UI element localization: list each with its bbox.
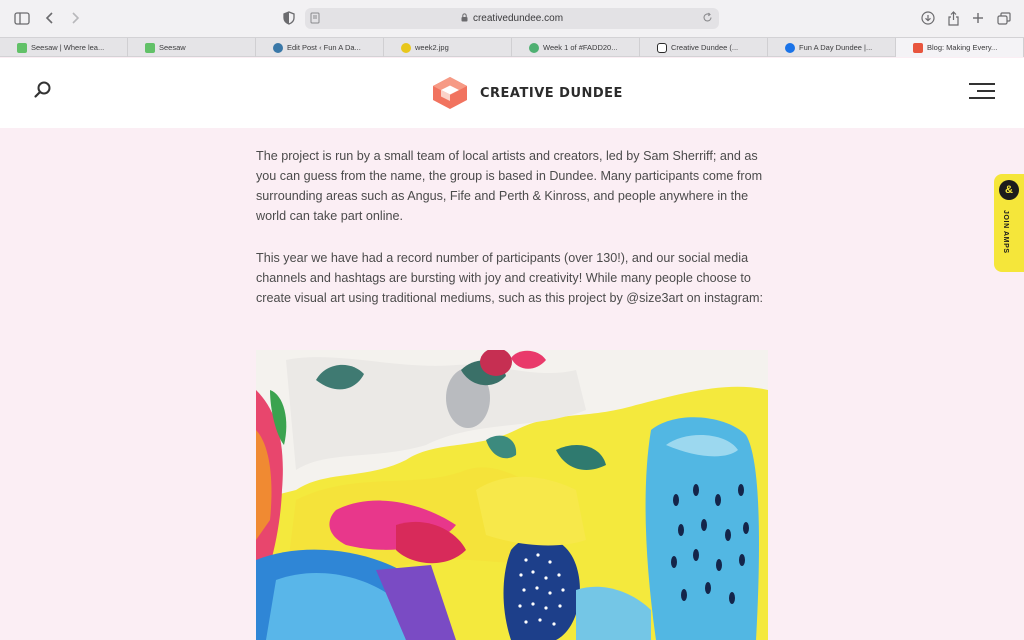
- tab-title: Fun A Day Dundee |...: [799, 43, 873, 52]
- browser-tab[interactable]: Fun A Day Dundee |...: [768, 38, 896, 57]
- tab-title: Blog: Making Every...: [927, 43, 998, 52]
- forward-icon[interactable]: [64, 8, 86, 28]
- logo-mark-icon: [433, 77, 467, 109]
- reload-icon[interactable]: [702, 12, 713, 26]
- amp-icon: &: [999, 180, 1019, 200]
- tab-title: week2.jpg: [415, 43, 449, 52]
- tab-title: Creative Dundee (...: [671, 43, 739, 52]
- tab-title: Edit Post ‹ Fun A Da...: [287, 43, 361, 52]
- tab-favicon-icon: [529, 42, 539, 53]
- tab-title: Seesaw: [159, 43, 186, 52]
- artwork-image: [256, 350, 768, 640]
- tab-favicon-icon: [657, 42, 667, 53]
- sidebar-toggle-icon[interactable]: [11, 8, 33, 28]
- tab-strip: Seesaw | Where lea... Seesaw Edit Post ‹…: [0, 37, 1024, 57]
- logo-text: CREATIVE DUNDEE: [480, 85, 623, 101]
- tab-favicon-icon: [145, 42, 155, 53]
- tab-favicon-icon: [17, 42, 27, 53]
- downloads-icon[interactable]: [917, 8, 939, 28]
- back-icon[interactable]: [39, 8, 61, 28]
- lock-icon: [461, 12, 468, 25]
- browser-tab[interactable]: Seesaw: [128, 38, 256, 57]
- join-amps-label: JOIN AMPS: [1002, 210, 1009, 254]
- browser-tab[interactable]: Edit Post ‹ Fun A Da...: [256, 38, 384, 57]
- tab-favicon-icon: [785, 42, 795, 53]
- new-tab-icon[interactable]: [967, 8, 989, 28]
- article-paragraph: The project is run by a small team of lo…: [256, 149, 763, 223]
- browser-tab[interactable]: Creative Dundee (...: [640, 38, 768, 57]
- url-text: creativedundee.com: [472, 13, 564, 24]
- page-icon: [310, 12, 320, 27]
- browser-tab[interactable]: Seesaw | Where lea...: [0, 38, 128, 57]
- browser-tab-active[interactable]: Blog: Making Every...: [896, 38, 1024, 57]
- privacy-shield-icon[interactable]: [278, 8, 300, 28]
- tab-favicon-icon: [401, 42, 411, 53]
- tab-favicon-icon: [913, 42, 923, 53]
- browser-tab[interactable]: week2.jpg: [384, 38, 512, 57]
- site-header: CREATIVE DUNDEE: [0, 58, 1024, 128]
- article-body: The project is run by a small team of lo…: [256, 146, 768, 330]
- browser-tab[interactable]: Week 1 of #FADD20...: [512, 38, 640, 57]
- search-icon[interactable]: [33, 80, 53, 100]
- share-icon[interactable]: [942, 8, 964, 28]
- tab-title: Week 1 of #FADD20...: [543, 43, 618, 52]
- tab-favicon-icon: [273, 42, 283, 53]
- browser-toolbar: creativedundee.com: [0, 0, 1024, 37]
- hamburger-menu-icon[interactable]: [968, 82, 996, 100]
- join-amps-tab[interactable]: & JOIN AMPS: [994, 174, 1024, 272]
- site-logo[interactable]: CREATIVE DUNDEE: [432, 76, 623, 110]
- article-paragraph: This year we have had a record number of…: [256, 251, 763, 305]
- tab-title: Seesaw | Where lea...: [31, 43, 105, 52]
- tab-overview-icon[interactable]: [993, 8, 1015, 28]
- address-bar[interactable]: creativedundee.com: [305, 8, 719, 29]
